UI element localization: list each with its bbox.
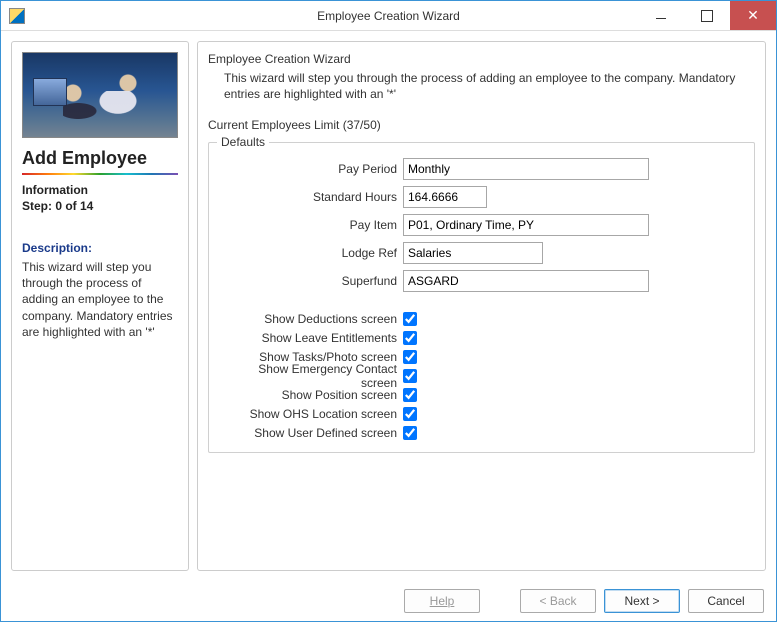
show-userdef-label: Show User Defined screen [219,426,403,440]
panel-title: Employee Creation Wizard [208,52,755,66]
lodge-ref-input[interactable] [403,242,543,264]
description-heading: Description: [22,241,178,255]
back-button[interactable]: < Back [520,589,596,613]
show-emergency-checkbox[interactable] [403,369,417,383]
defaults-group: Defaults Pay Period Monthly Standard Hou… [208,142,755,453]
show-ohs-label: Show OHS Location screen [219,407,403,421]
show-userdef-checkbox[interactable] [403,426,417,440]
minimize-button[interactable] [638,1,684,30]
panel-intro: This wizard will step you through the pr… [224,70,755,102]
wizard-side-panel: Add Employee Information Step: 0 of 14 D… [11,41,189,571]
cancel-button[interactable]: Cancel [688,589,764,613]
show-ohs-checkbox[interactable] [403,407,417,421]
show-tasks-checkbox[interactable] [403,350,417,364]
next-button[interactable]: Next > [604,589,680,613]
show-deductions-checkbox[interactable] [403,312,417,326]
standard-hours-label: Standard Hours [219,190,403,204]
help-button[interactable]: Help [404,589,480,613]
show-emergency-label: Show Emergency Contact screen [219,362,403,390]
wizard-image [22,52,178,138]
lodge-ref-label: Lodge Ref [219,246,403,260]
standard-hours-input[interactable] [403,186,487,208]
pay-period-label: Pay Period [219,162,403,176]
defaults-legend: Defaults [217,135,269,149]
title-bar: Employee Creation Wizard [1,1,776,31]
show-position-label: Show Position screen [219,388,403,402]
app-icon [9,8,25,24]
wizard-main-panel: Employee Creation Wizard This wizard wil… [197,41,766,571]
maximize-button[interactable] [684,1,730,30]
show-position-checkbox[interactable] [403,388,417,402]
wizard-heading: Add Employee [22,148,178,169]
separator [22,173,178,175]
pay-item-select[interactable]: P01, Ordinary Time, PY [403,214,649,236]
pay-item-label: Pay Item [219,218,403,232]
superfund-label: Superfund [219,274,403,288]
show-screen-options: Show Deductions screen Show Leave Entitl… [219,309,744,442]
show-leave-label: Show Leave Entitlements [219,331,403,345]
show-leave-checkbox[interactable] [403,331,417,345]
superfund-select[interactable]: ASGARD [403,270,649,292]
wizard-footer: Help < Back Next > Cancel [1,581,776,621]
pay-period-select[interactable]: Monthly [403,158,649,180]
step-label: Step: 0 of 14 [22,199,178,213]
info-label: Information [22,183,178,197]
show-deductions-label: Show Deductions screen [219,312,403,326]
employee-limit: Current Employees Limit (37/50) [208,118,755,132]
close-button[interactable] [730,1,776,30]
description-text: This wizard will step you through the pr… [22,259,178,340]
